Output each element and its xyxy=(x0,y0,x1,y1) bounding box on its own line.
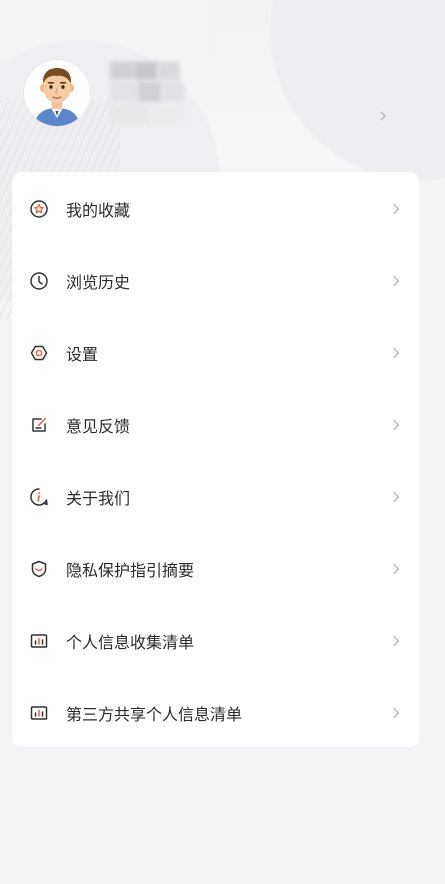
menu-item-label: 隐私保护指引摘要 xyxy=(66,561,195,580)
shield-icon xyxy=(28,558,50,580)
chevron-right-icon xyxy=(391,273,401,289)
hexagon-gear-icon xyxy=(28,342,50,364)
menu-item-about[interactable]: 关于我们 xyxy=(12,461,419,533)
menu-item-label: 关于我们 xyxy=(66,489,131,508)
menu-item-label: 意见反馈 xyxy=(66,417,131,436)
menu-item-label: 设置 xyxy=(66,345,99,364)
user-avatar-illustration xyxy=(24,60,90,126)
menu-item-third-party-sharing-list[interactable]: 第三方共享个人信息清单 xyxy=(12,677,419,749)
chevron-right-icon[interactable] xyxy=(378,108,392,128)
chevron-right-icon xyxy=(391,345,401,361)
star-circle-icon xyxy=(28,198,50,220)
chevron-right-icon xyxy=(391,417,401,433)
menu-item-privacy-summary[interactable]: 隐私保护指引摘要 xyxy=(12,533,419,605)
menu-item-label: 我的收藏 xyxy=(66,201,131,220)
menu-item-label: 个人信息收集清单 xyxy=(66,633,195,652)
chart-list-icon xyxy=(28,630,50,652)
menu-item-feedback[interactable]: 意见反馈 xyxy=(12,389,419,461)
menu-item-label: 浏览历史 xyxy=(66,273,131,292)
menu-item-personal-info-list[interactable]: 个人信息收集清单 xyxy=(12,605,419,677)
chevron-right-icon xyxy=(391,201,401,217)
profile-header[interactable] xyxy=(0,0,445,170)
username-redacted xyxy=(108,62,186,126)
chart-list-icon xyxy=(28,702,50,724)
menu-item-settings[interactable]: 设置 xyxy=(12,317,419,389)
info-circle-icon xyxy=(28,486,50,508)
chevron-right-icon xyxy=(391,633,401,649)
chevron-right-icon xyxy=(391,561,401,577)
menu-card: 我的收藏 浏览历史 设置 意见反馈 关于我们 隐私保护指引摘要 个人信息收集清单… xyxy=(12,172,419,747)
chevron-right-icon xyxy=(391,705,401,721)
feedback-edit-icon xyxy=(28,414,50,436)
menu-item-label: 第三方共享个人信息清单 xyxy=(66,705,243,724)
avatar[interactable] xyxy=(24,60,90,126)
profile-page: 我的收藏 浏览历史 设置 意见反馈 关于我们 隐私保护指引摘要 个人信息收集清单… xyxy=(0,0,445,884)
chevron-right-icon xyxy=(391,489,401,505)
menu-item-favorites[interactable]: 我的收藏 xyxy=(12,173,419,245)
clock-icon xyxy=(28,270,50,292)
menu-item-history[interactable]: 浏览历史 xyxy=(12,245,419,317)
